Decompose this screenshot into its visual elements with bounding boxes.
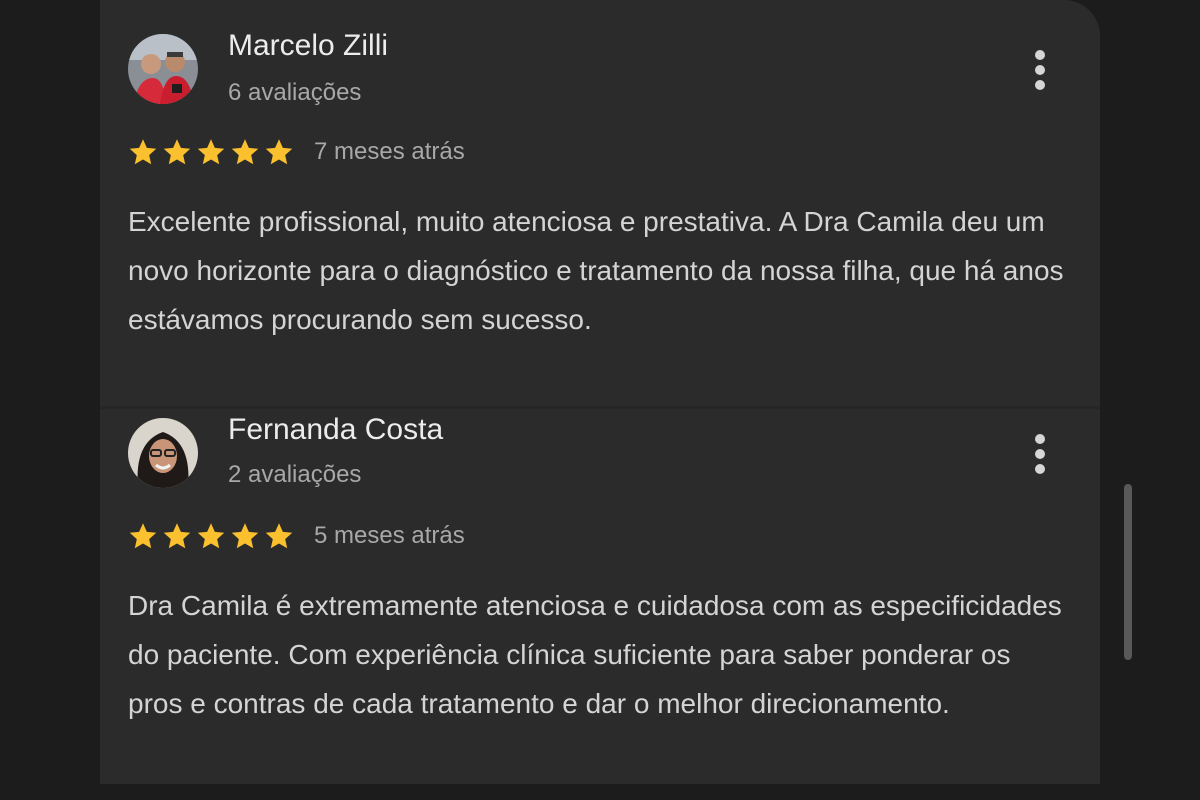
avatar-photo-icon [128,34,198,104]
more-vertical-icon-dot [1035,464,1045,474]
review-text: Excelente profissional, muito atenciosa … [128,206,1064,335]
reviewer-avatar[interactable] [128,34,198,104]
star-icon [163,523,191,549]
reviewer-name[interactable]: Marcelo Zilli [228,28,388,64]
reviews-screen: Marcelo Zilli 6 avaliações 7 meses atrás… [0,0,1200,800]
star-icon [265,139,293,165]
review-time: 7 meses atrás [314,138,465,165]
star-rating [128,521,294,551]
rating-row: 7 meses atrás [128,132,465,172]
star-icon [197,523,225,549]
more-vertical-icon [1035,434,1045,444]
star-icon [129,523,157,549]
rating-row: 5 meses atrás [128,516,465,556]
star-icon [231,523,259,549]
review-time: 5 meses atrás [314,522,465,549]
card-divider [100,406,1100,409]
more-options-button[interactable] [1026,46,1054,94]
star-rating [128,137,294,167]
avatar-photo-icon [128,418,198,488]
reviewer-review-count: 2 avaliações [228,461,362,488]
star-icon [129,139,157,165]
review-text: Dra Camila é extremamente atenciosa e cu… [128,590,1062,719]
star-icon [163,139,191,165]
more-options-button[interactable] [1026,430,1054,478]
reviewer-review-count: 6 avaliações [228,79,362,106]
more-vertical-icon-dot [1035,80,1045,90]
more-vertical-icon-dot [1035,65,1045,75]
star-icon [231,139,259,165]
star-icon [197,139,225,165]
more-vertical-icon [1035,50,1045,60]
reviewer-name[interactable]: Fernanda Costa [228,412,443,448]
star-icon [265,523,293,549]
reviewer-avatar[interactable] [128,418,198,488]
more-vertical-icon-dot [1035,449,1045,459]
scrollbar-thumb[interactable] [1124,484,1132,660]
